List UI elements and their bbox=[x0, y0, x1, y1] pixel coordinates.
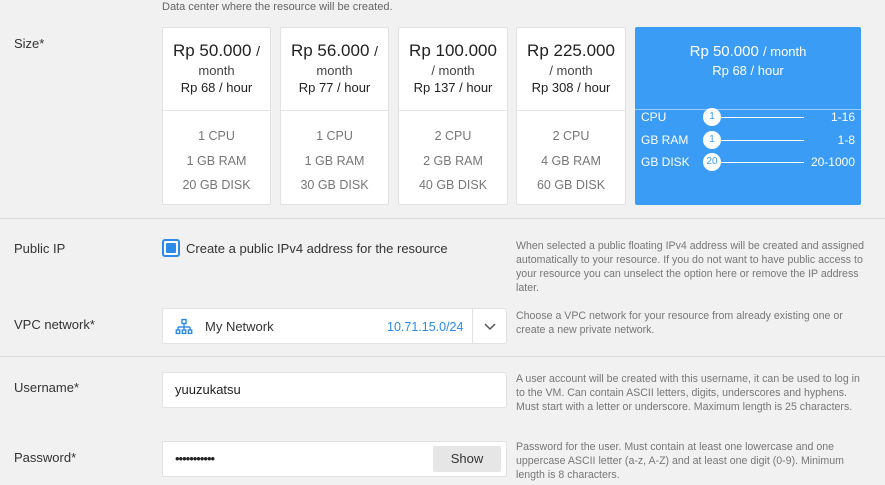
card-cpu: 1 CPU bbox=[316, 129, 353, 143]
card-per: month bbox=[198, 63, 235, 78]
card-price: Rp 50.000 bbox=[172, 41, 252, 60]
cpu-slider-track[interactable] bbox=[709, 117, 804, 118]
cpu-slider-label: CPU bbox=[641, 110, 667, 124]
card-cpu: 2 CPU bbox=[434, 129, 472, 143]
card-price: Rp 225.000 bbox=[527, 41, 615, 60]
checkbox-checked-mark bbox=[166, 243, 176, 253]
card-hourly: Rp 137 / hour bbox=[413, 80, 493, 95]
card-disk: 40 GB DISK bbox=[418, 178, 488, 192]
size-label: Size* bbox=[14, 36, 45, 51]
card-price: Rp 100.000 bbox=[409, 41, 497, 60]
ram-slider-label: GB RAM bbox=[641, 133, 689, 147]
data-center-hint: Data center where the resource will be c… bbox=[162, 1, 393, 13]
size-card-1[interactable]: Rp 50.000 / month Rp 68 / hour 1 CPU 1 G… bbox=[162, 27, 271, 205]
cpu-slider-range: 1-16 bbox=[830, 110, 855, 124]
show-password-button[interactable]: Show bbox=[433, 446, 501, 472]
vpc-network-label: VPC network* bbox=[14, 317, 95, 332]
network-icon bbox=[175, 318, 193, 341]
select-separator bbox=[472, 309, 473, 343]
card-slash: / bbox=[256, 43, 261, 59]
disk-slider-label: GB DISK bbox=[641, 155, 690, 169]
username-label: Username* bbox=[14, 380, 80, 395]
password-label: Password* bbox=[14, 450, 77, 465]
card-disk: 60 GB DISK bbox=[536, 178, 606, 192]
vpc-network-select[interactable]: My Network 10.71.15.0/24 bbox=[162, 308, 507, 344]
ram-slider-range: 1-8 bbox=[837, 133, 855, 147]
cpu-slider[interactable]: CPU 1 1-16 bbox=[641, 108, 855, 126]
vpc-network-address: 10.71.15.0/24 bbox=[387, 320, 464, 334]
password-help: Password for the user. Must contain at l… bbox=[516, 441, 844, 481]
disk-slider-handle[interactable]: 20 bbox=[703, 153, 721, 171]
size-card-4[interactable]: Rp 225.000 / month Rp 308 / hour 2 CPU 4… bbox=[516, 27, 626, 205]
public-ip-help: When selected a public floating IPv4 add… bbox=[516, 240, 865, 294]
card-per: / month bbox=[549, 63, 593, 78]
card-hourly: Rp 77 / hour bbox=[298, 80, 371, 95]
card-per: / month bbox=[431, 63, 475, 78]
cpu-slider-handle[interactable]: 1 bbox=[703, 108, 721, 126]
custom-size-card[interactable]: Rp 50.000 / month Rp 68 / hour CPU 1 1-1… bbox=[635, 27, 861, 205]
card-disk: 20 GB DISK bbox=[182, 178, 251, 192]
disk-slider-range: 20-1000 bbox=[810, 155, 855, 169]
disk-slider[interactable]: GB DISK 20 20-1000 bbox=[641, 153, 855, 171]
card-ram: 4 GB RAM bbox=[541, 153, 601, 168]
username-input[interactable]: yuuzukatsu bbox=[162, 372, 507, 408]
ram-slider[interactable]: GB RAM 1 1-8 bbox=[641, 131, 855, 149]
chevron-down-icon[interactable] bbox=[483, 320, 497, 338]
section-divider bbox=[0, 356, 885, 357]
card-per: month bbox=[316, 63, 353, 78]
custom-price: Rp 50.000 bbox=[689, 43, 759, 60]
size-card-3[interactable]: Rp 100.000 / month Rp 137 / hour 2 CPU 2… bbox=[398, 27, 508, 205]
vpc-network-help: Choose a VPC network for your resource f… bbox=[516, 310, 843, 336]
card-ram: 1 GB RAM bbox=[186, 153, 247, 168]
size-card-2[interactable]: Rp 56.000 / month Rp 77 / hour 1 CPU 1 G… bbox=[280, 27, 389, 205]
card-hourly: Rp 308 / hour bbox=[531, 80, 611, 95]
card-hourly: Rp 68 / hour bbox=[180, 80, 253, 95]
card-disk: 30 GB DISK bbox=[300, 178, 369, 192]
section-divider bbox=[0, 218, 885, 219]
vpc-network-name: My Network bbox=[205, 319, 274, 334]
card-slash: / bbox=[374, 43, 379, 59]
public-ip-checkbox-label[interactable]: Create a public IPv4 address for the res… bbox=[186, 241, 448, 256]
card-cpu: 1 CPU bbox=[198, 129, 235, 143]
public-ip-checkbox[interactable] bbox=[162, 239, 180, 257]
custom-per: / month bbox=[763, 44, 807, 59]
card-cpu: 2 CPU bbox=[552, 129, 590, 143]
public-ip-label: Public IP bbox=[14, 241, 66, 256]
disk-slider-track[interactable] bbox=[709, 162, 804, 163]
card-ram: 1 GB RAM bbox=[304, 153, 365, 168]
ram-slider-handle[interactable]: 1 bbox=[703, 131, 721, 149]
username-help: A user account will be created with this… bbox=[516, 373, 860, 413]
card-price: Rp 56.000 bbox=[290, 41, 370, 60]
custom-hourly: Rp 68 / hour bbox=[712, 63, 784, 78]
card-ram: 2 GB RAM bbox=[423, 153, 483, 168]
ram-slider-track[interactable] bbox=[709, 140, 804, 141]
